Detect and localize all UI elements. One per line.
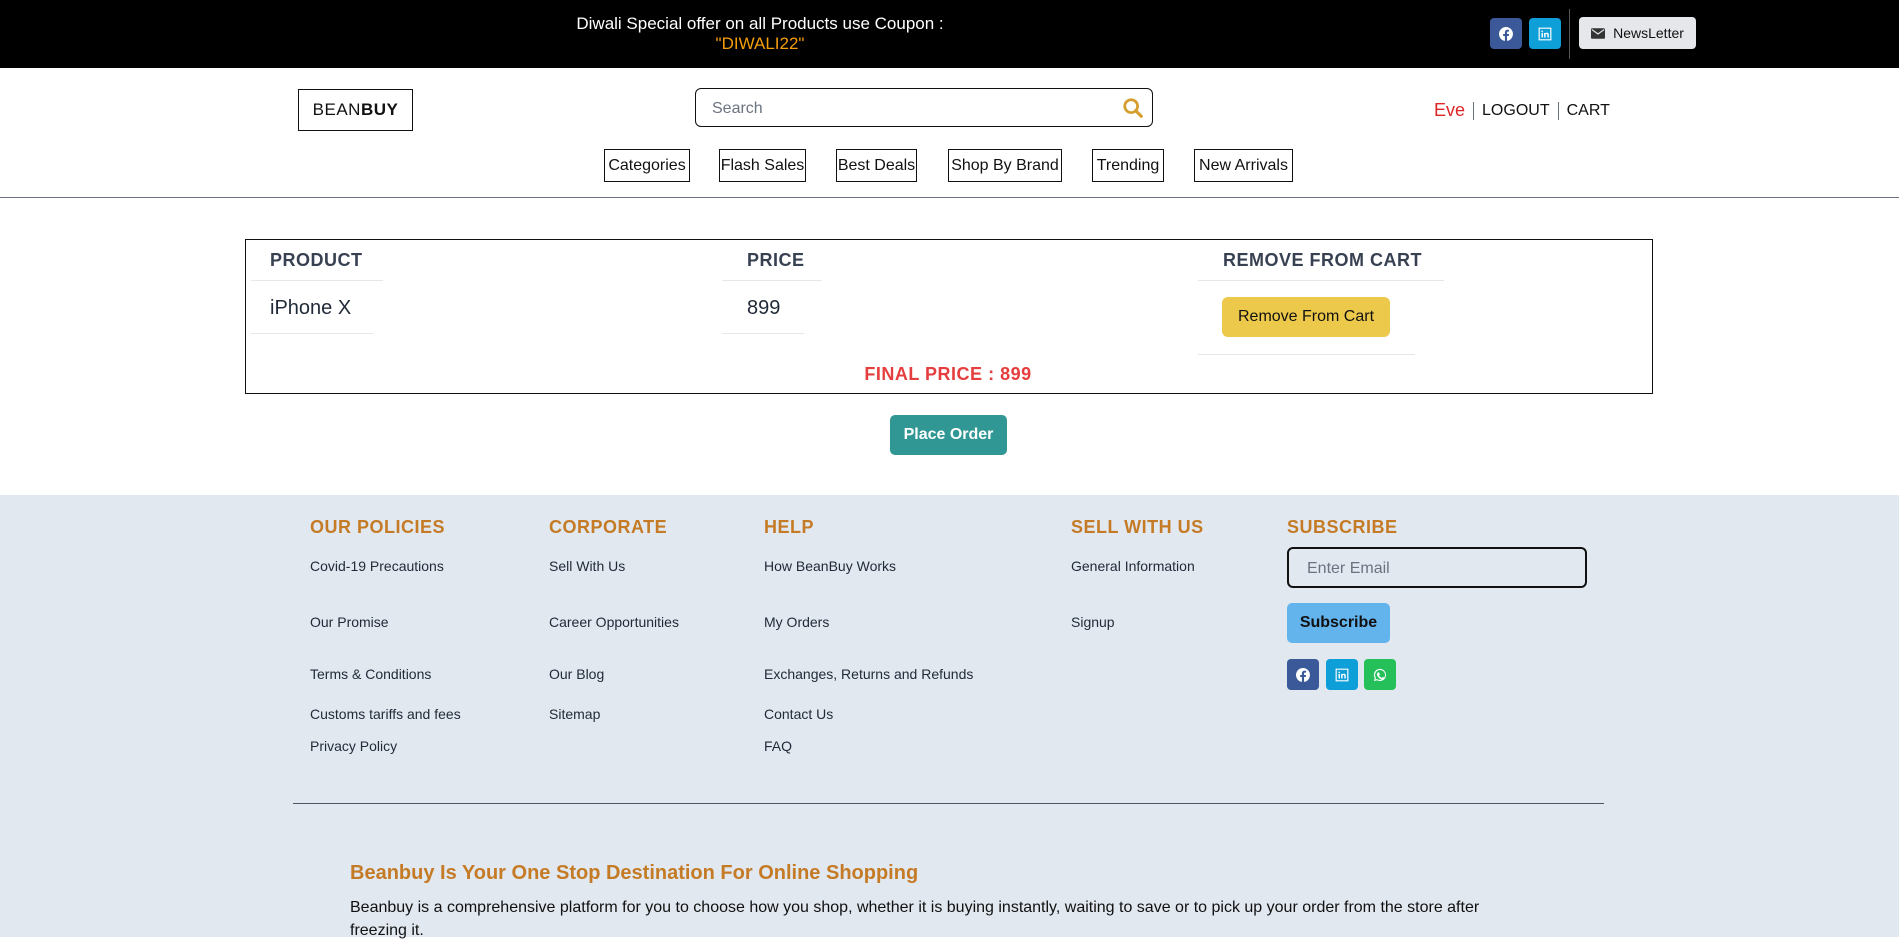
logout-link[interactable]: LOGOUT: [1482, 102, 1550, 120]
footer-heading-subscribe: SUBSCRIBE: [1287, 517, 1398, 537]
footer-description: Beanbuy is a comprehensive platform for …: [350, 899, 1480, 939]
cell-border: [722, 333, 804, 334]
cart-link[interactable]: CART: [1567, 102, 1610, 120]
link-separator: [1473, 101, 1475, 120]
promo-text: Diwali Special offer on all Products use…: [576, 14, 944, 33]
cell-border: [1198, 280, 1444, 281]
footer-link-signup[interactable]: Signup: [1071, 614, 1115, 630]
remove-from-cart-button[interactable]: Remove From Cart: [1222, 297, 1390, 337]
footer-link-sitemap[interactable]: Sitemap: [549, 706, 600, 722]
search-input[interactable]: [710, 96, 1104, 122]
column-header-price: PRICE: [747, 250, 805, 270]
user-links: Eve LOGOUT CART: [1434, 100, 1610, 121]
footer-link-blog[interactable]: Our Blog: [549, 666, 604, 682]
footer-link-faq[interactable]: FAQ: [764, 738, 792, 754]
search-bar: [695, 88, 1153, 127]
email-field[interactable]: [1305, 558, 1569, 580]
footer-heading-sell: SELL WITH US: [1071, 517, 1204, 537]
nav-trending[interactable]: Trending: [1092, 149, 1164, 182]
top-divider: [1569, 9, 1570, 59]
facebook-icon[interactable]: [1287, 659, 1319, 690]
beanbuy-logo[interactable]: BEAN BUY: [298, 89, 413, 131]
newsletter-label: NewsLetter: [1613, 25, 1684, 41]
nav-new-arrivals[interactable]: New Arrivals: [1194, 149, 1293, 182]
linkedin-icon[interactable]: [1326, 659, 1358, 690]
logo-bold-text: BUY: [360, 100, 399, 119]
footer-link-general-info[interactable]: General Information: [1071, 558, 1195, 574]
newsletter-button[interactable]: NewsLetter: [1579, 17, 1696, 49]
final-price: FINAL PRICE : 899: [864, 364, 1032, 384]
footer-divider: [293, 803, 1604, 804]
link-separator: [1557, 101, 1559, 120]
footer-link-our-promise[interactable]: Our Promise: [310, 614, 389, 630]
cell-border: [1198, 354, 1415, 355]
promo-banner: Diwali Special offer on all Products use…: [560, 14, 960, 54]
cell-border: [251, 333, 373, 334]
footer-heading-corporate: CORPORATE: [549, 517, 668, 537]
nav-flash-sales[interactable]: Flash Sales: [719, 149, 806, 182]
footer-link-how-it-works[interactable]: How BeanBuy Works: [764, 558, 896, 574]
logo-light-text: BEAN: [312, 100, 361, 119]
nav-best-deals[interactable]: Best Deals: [836, 149, 917, 182]
footer-link-returns[interactable]: Exchanges, Returns and Refunds: [764, 666, 973, 682]
footer-link-contact[interactable]: Contact Us: [764, 706, 833, 722]
footer-tagline: Beanbuy Is Your One Stop Destination For…: [350, 862, 919, 884]
footer-link-my-orders[interactable]: My Orders: [764, 614, 829, 630]
footer-link-sell-with-us[interactable]: Sell With Us: [549, 558, 625, 574]
nav-categories[interactable]: Categories: [604, 149, 690, 182]
cart-item-product: iPhone X: [270, 297, 352, 319]
email-field-wrapper: [1287, 547, 1587, 588]
user-name[interactable]: Eve: [1434, 100, 1465, 121]
footer-heading-help: HELP: [764, 517, 815, 537]
footer-heading-policies: OUR POLICIES: [310, 517, 446, 537]
envelope-icon: [1591, 27, 1606, 39]
cart-item-price: 899: [747, 297, 781, 319]
nav-shop-by-brand[interactable]: Shop By Brand: [948, 149, 1062, 182]
promo-top-bar: Diwali Special offer on all Products use…: [0, 0, 1899, 68]
linkedin-icon[interactable]: [1529, 18, 1561, 49]
cell-border: [722, 280, 822, 281]
footer-link-careers[interactable]: Career Opportunities: [549, 614, 679, 630]
search-icon[interactable]: [1122, 97, 1144, 119]
column-header-remove: REMOVE FROM CART: [1223, 250, 1422, 270]
facebook-icon[interactable]: [1490, 18, 1522, 49]
footer-link-customs[interactable]: Customs tariffs and fees: [310, 706, 461, 722]
footer: [0, 495, 1899, 937]
header-divider: [0, 197, 1899, 198]
footer-link-terms[interactable]: Terms & Conditions: [310, 666, 431, 682]
subscribe-button[interactable]: Subscribe: [1287, 603, 1390, 643]
place-order-button[interactable]: Place Order: [890, 415, 1007, 455]
footer-link-covid-precautions[interactable]: Covid-19 Precautions: [310, 558, 444, 574]
cell-border: [251, 280, 383, 281]
column-header-product: PRODUCT: [270, 250, 363, 270]
footer-link-privacy[interactable]: Privacy Policy: [310, 738, 397, 754]
coupon-code: "DIWALI22": [715, 34, 805, 53]
whatsapp-icon[interactable]: [1364, 659, 1396, 690]
